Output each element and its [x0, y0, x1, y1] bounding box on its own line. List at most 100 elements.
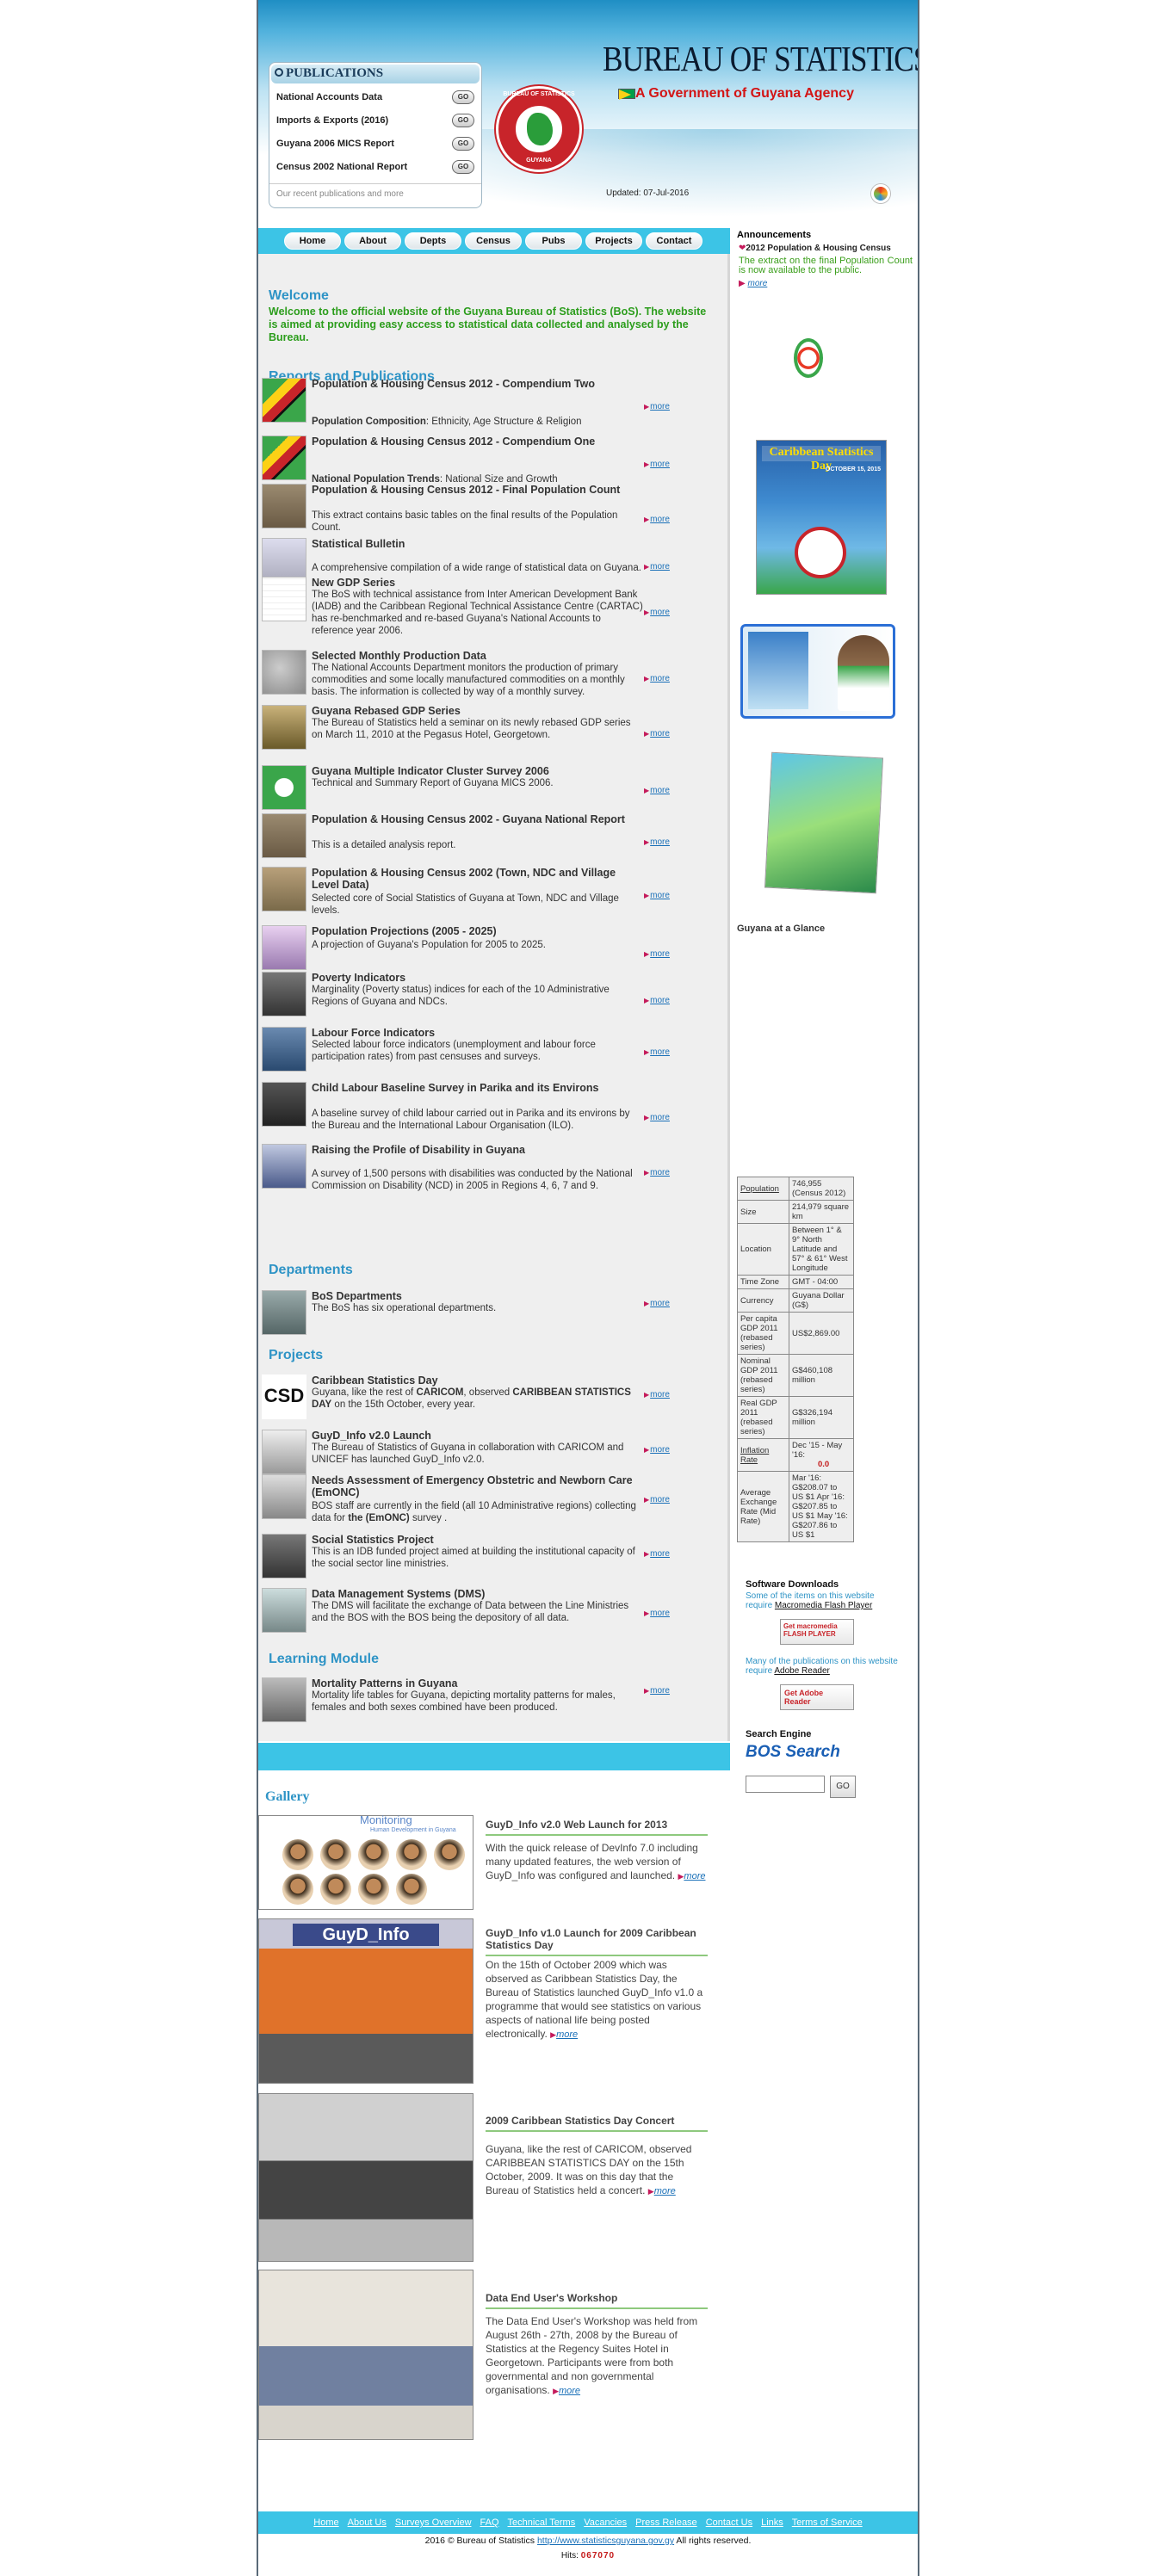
item-title[interactable]: BoS Departments: [312, 1290, 639, 1302]
item-thumbnail[interactable]: [262, 484, 306, 528]
item-title[interactable]: GuyD_Info v2.0 Launch: [312, 1430, 639, 1442]
gallery-more-link[interactable]: more: [556, 2029, 578, 2040]
gallery-more-link[interactable]: more: [684, 1871, 705, 1881]
item-thumbnail[interactable]: [262, 705, 306, 750]
gallery-item-title[interactable]: Data End User's Workshop: [486, 2292, 708, 2309]
footer-link[interactable]: Press Release: [635, 2517, 697, 2528]
adobe-link[interactable]: Adobe Reader: [774, 1666, 830, 1676]
item-thumbnail[interactable]: [262, 436, 306, 480]
item-title[interactable]: Labour Force Indicators: [312, 1027, 639, 1039]
nav-pubs[interactable]: Pubs: [525, 232, 582, 250]
more-link[interactable]: more: [644, 562, 670, 571]
nav-home[interactable]: Home: [284, 232, 341, 250]
item-thumbnail[interactable]: [262, 1677, 306, 1722]
item-thumbnail[interactable]: [262, 813, 306, 858]
gallery-item-title[interactable]: GuyD_Info v2.0 Web Launch for 2013: [486, 1819, 708, 1836]
item-title[interactable]: Population & Housing Census 2012 - Compe…: [312, 378, 639, 390]
more-link[interactable]: more: [644, 786, 670, 795]
csd-logo[interactable]: CSD: [262, 1374, 306, 1419]
nav-census[interactable]: Census: [465, 232, 522, 250]
fact-label[interactable]: Population: [737, 1177, 789, 1201]
more-link[interactable]: more: [644, 1390, 670, 1399]
more-link[interactable]: more: [644, 515, 670, 524]
gallery-more-link[interactable]: more: [654, 2186, 676, 2196]
item-title[interactable]: Child Labour Baseline Survey in Parika a…: [312, 1082, 639, 1094]
flash-link[interactable]: Macromedia Flash Player: [775, 1601, 872, 1610]
search-go-button[interactable]: GO: [830, 1776, 856, 1798]
get-adobe-reader-button[interactable]: Get Adobe Reader: [780, 1684, 854, 1710]
swirl-logo-icon[interactable]: [871, 184, 890, 203]
go-button[interactable]: GO: [452, 90, 474, 104]
guydinfo-ad[interactable]: [740, 624, 895, 719]
item-thumbnail[interactable]: [262, 765, 306, 810]
footer-link[interactable]: Terms of Service: [792, 2517, 863, 2528]
small-logo-ad[interactable]: [794, 338, 825, 380]
go-button[interactable]: GO: [452, 113, 474, 127]
more-link[interactable]: more: [644, 674, 670, 683]
footer-link[interactable]: FAQ: [480, 2517, 499, 2528]
item-title[interactable]: New GDP Series: [312, 577, 639, 589]
nav-about[interactable]: About: [344, 232, 401, 250]
item-title[interactable]: Population Projections (2005 - 2025): [312, 925, 639, 937]
item-thumbnail[interactable]: [262, 1474, 306, 1519]
item-title[interactable]: Population & Housing Census 2012 - Compe…: [312, 436, 639, 448]
item-thumbnail[interactable]: [262, 577, 306, 621]
more-link[interactable]: more: [644, 402, 670, 411]
item-title[interactable]: Raising the Profile of Disability in Guy…: [312, 1144, 639, 1156]
item-title[interactable]: Poverty Indicators: [312, 972, 639, 984]
footer-link[interactable]: About Us: [348, 2517, 387, 2528]
item-thumbnail[interactable]: [262, 925, 306, 970]
get-flash-player-button[interactable]: Get macromedia FLASH PLAYER: [780, 1619, 854, 1645]
more-link[interactable]: more: [644, 1495, 670, 1504]
item-thumbnail[interactable]: [262, 1290, 306, 1335]
go-button[interactable]: GO: [452, 159, 474, 174]
announcement-more-link[interactable]: more: [747, 279, 767, 288]
item-thumbnail[interactable]: [262, 650, 306, 695]
gallery-image[interactable]: [258, 2270, 473, 2440]
nav-contact[interactable]: Contact: [646, 232, 703, 250]
site-url-link[interactable]: http://www.statisticsguyana.gov.gy: [537, 2536, 674, 2546]
more-link[interactable]: more: [644, 1609, 670, 1618]
item-thumbnail[interactable]: [262, 378, 306, 423]
footer-link[interactable]: Contact Us: [706, 2517, 752, 2528]
gallery-image[interactable]: [258, 2093, 473, 2262]
item-title[interactable]: Population & Housing Census 2002 - Guyan…: [312, 813, 639, 825]
more-link[interactable]: more: [644, 1047, 670, 1057]
more-link[interactable]: more: [644, 949, 670, 959]
more-link[interactable]: more: [644, 729, 670, 738]
item-title[interactable]: Statistical Bulletin: [312, 538, 639, 550]
more-link[interactable]: more: [644, 1168, 670, 1177]
item-thumbnail[interactable]: [262, 1027, 306, 1072]
gallery-item-title[interactable]: 2009 Caribbean Statistics Day Concert: [486, 2115, 708, 2132]
footer-link[interactable]: Vacancies: [584, 2517, 627, 2528]
gallery-item-title[interactable]: GuyD_Info v1.0 Launch for 2009 Caribbean…: [486, 1927, 708, 1956]
item-title[interactable]: Selected Monthly Production Data: [312, 650, 639, 662]
footer-link[interactable]: Home: [313, 2517, 338, 2528]
item-thumbnail[interactable]: [262, 1430, 306, 1474]
caribbean-statistics-day-ad[interactable]: Caribbean Statistics Day OCTOBER 15, 201…: [756, 440, 887, 595]
more-link[interactable]: more: [644, 1299, 670, 1308]
nav-depts[interactable]: Depts: [405, 232, 461, 250]
announcement-more[interactable]: ▶ more: [733, 279, 918, 288]
item-title[interactable]: Population & Housing Census 2012 - Final…: [312, 484, 639, 496]
item-title[interactable]: Mortality Patterns in Guyana: [312, 1677, 639, 1690]
item-title[interactable]: Guyana Multiple Indicator Cluster Survey…: [312, 765, 639, 777]
more-link[interactable]: more: [644, 608, 670, 617]
more-link[interactable]: more: [644, 837, 670, 847]
footer-link[interactable]: Surveys Overview: [395, 2517, 472, 2528]
item-title[interactable]: Data Management Systems (DMS): [312, 1588, 639, 1600]
footer-link[interactable]: Links: [761, 2517, 783, 2528]
item-title[interactable]: Needs Assessment of Emergency Obstetric …: [312, 1474, 639, 1498]
item-thumbnail[interactable]: [262, 1082, 306, 1127]
item-title[interactable]: Population & Housing Census 2002 (Town, …: [312, 867, 639, 891]
fact-label[interactable]: Inflation Rate: [737, 1438, 789, 1472]
more-link[interactable]: more: [644, 1113, 670, 1122]
more-link[interactable]: more: [644, 1445, 670, 1455]
more-link[interactable]: more: [644, 1549, 670, 1559]
item-thumbnail[interactable]: [262, 972, 306, 1016]
item-thumbnail[interactable]: [262, 1144, 306, 1189]
item-thumbnail[interactable]: [262, 1588, 306, 1633]
more-link[interactable]: more: [644, 1686, 670, 1696]
footer-link[interactable]: Technical Terms: [508, 2517, 576, 2528]
more-link[interactable]: more: [644, 460, 670, 469]
